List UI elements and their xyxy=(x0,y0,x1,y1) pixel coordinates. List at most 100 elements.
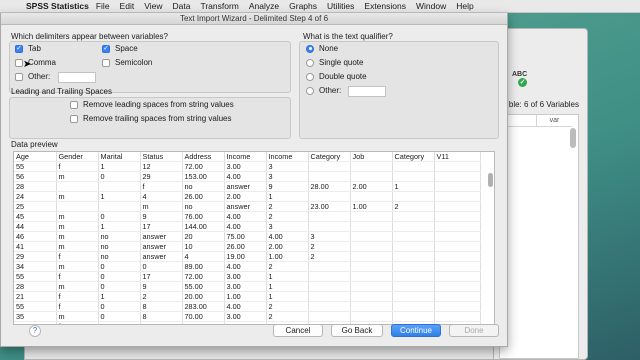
table-cell[interactable]: 28.00 xyxy=(308,181,351,193)
table-cell[interactable]: 1 xyxy=(392,181,435,193)
table-cell[interactable] xyxy=(308,211,351,223)
table-cell[interactable] xyxy=(392,291,435,303)
table-cell[interactable]: 41 xyxy=(14,241,57,253)
table-cell[interactable]: 76.00 xyxy=(182,211,225,223)
table-cell[interactable] xyxy=(392,241,435,253)
table-cell[interactable]: 9 xyxy=(266,181,309,193)
table-cell[interactable]: 4 xyxy=(182,251,225,263)
table-cell[interactable]: 20 xyxy=(182,231,225,243)
table-cell[interactable] xyxy=(350,291,393,303)
table-cell[interactable] xyxy=(434,251,481,263)
table-cell[interactable]: m xyxy=(56,281,99,293)
table-cell[interactable]: 55.00 xyxy=(182,281,225,293)
table-cell[interactable]: 0 xyxy=(98,271,141,283)
menu-extensions[interactable]: Extensions xyxy=(364,1,406,11)
table-cell[interactable]: 28 xyxy=(14,181,57,193)
table-cell[interactable] xyxy=(434,281,481,293)
table-cell[interactable]: 4.00 xyxy=(224,171,267,183)
table-cell[interactable]: 1.00 xyxy=(224,291,267,303)
table-cell[interactable] xyxy=(350,271,393,283)
other-delimiter-input[interactable] xyxy=(58,72,96,83)
table-cell[interactable]: 3 xyxy=(266,161,309,173)
table-cell[interactable] xyxy=(392,311,435,323)
table-cell[interactable]: 1 xyxy=(98,291,141,303)
table-cell[interactable] xyxy=(434,201,481,213)
table-cell[interactable]: 56 xyxy=(14,171,57,183)
remove-leading-option[interactable]: Remove leading spaces from string values xyxy=(70,100,234,109)
remove-leading-checkbox[interactable] xyxy=(70,100,78,109)
table-cell[interactable] xyxy=(392,211,435,223)
table-cell[interactable]: 4 xyxy=(140,321,183,324)
table-cell[interactable]: 3 xyxy=(266,171,309,183)
semicolon-option[interactable]: Semicolon xyxy=(102,58,152,67)
table-cell[interactable] xyxy=(350,221,393,233)
qualifier-double-radio[interactable] xyxy=(306,72,314,81)
qualifier-other-option[interactable]: Other: xyxy=(306,86,341,95)
other-delimiter-option[interactable]: Other: xyxy=(15,72,50,81)
table-cell[interactable]: 9 xyxy=(140,211,183,223)
table-cell[interactable]: answer xyxy=(140,231,183,243)
go-back-button[interactable]: Go Back xyxy=(331,324,383,337)
table-cell[interactable]: m xyxy=(56,241,99,253)
table-cell[interactable]: 2 xyxy=(266,261,309,273)
table-cell[interactable]: f xyxy=(56,291,99,303)
table-cell[interactable]: 55 xyxy=(14,161,57,173)
table-cell[interactable]: m xyxy=(56,231,99,243)
table-cell[interactable]: 1 xyxy=(98,191,141,203)
table-cell[interactable] xyxy=(434,211,481,223)
table-cell[interactable]: m xyxy=(140,201,183,213)
table-cell[interactable]: 3.00 xyxy=(224,271,267,283)
table-cell[interactable] xyxy=(98,181,141,193)
table-cell[interactable] xyxy=(434,171,481,183)
table-cell[interactable]: m xyxy=(56,311,99,323)
table-cell[interactable]: 0 xyxy=(98,321,141,324)
table-cell[interactable]: 9 xyxy=(140,281,183,293)
menu-help[interactable]: Help xyxy=(456,1,473,11)
table-cell[interactable]: f xyxy=(56,161,99,173)
table-cell[interactable] xyxy=(434,241,481,253)
table-cell[interactable]: 1 xyxy=(266,271,309,283)
table-cell[interactable]: 3.00 xyxy=(224,281,267,293)
table-cell[interactable] xyxy=(56,201,99,213)
column-header[interactable]: V11 xyxy=(434,152,481,163)
table-cell[interactable]: 17 xyxy=(140,221,183,233)
table-cell[interactable] xyxy=(308,161,351,173)
table-cell[interactable]: 3 xyxy=(266,221,309,233)
table-cell[interactable]: 2 xyxy=(392,201,435,213)
column-header[interactable]: Age xyxy=(14,152,57,163)
column-header[interactable]: Job xyxy=(350,152,393,163)
table-cell[interactable]: 1.00 xyxy=(350,201,393,213)
table-cell[interactable]: 21 xyxy=(14,291,57,303)
menu-edit[interactable]: Edit xyxy=(120,1,135,11)
table-cell[interactable]: 2.00 xyxy=(224,321,267,324)
table-cell[interactable]: 1 xyxy=(266,291,309,303)
menu-file[interactable]: File xyxy=(96,1,110,11)
table-cell[interactable]: 2.00 xyxy=(350,181,393,193)
table-cell[interactable] xyxy=(392,221,435,233)
table-cell[interactable] xyxy=(434,231,481,243)
table-cell[interactable] xyxy=(434,161,481,173)
table-cell[interactable] xyxy=(434,291,481,303)
table-cell[interactable]: 26.00 xyxy=(182,191,225,203)
tab-checkbox[interactable]: ✓ xyxy=(15,44,23,53)
table-cell[interactable]: no xyxy=(182,181,225,193)
table-cell[interactable]: 1 xyxy=(266,281,309,293)
table-cell[interactable]: 2.00 xyxy=(224,191,267,203)
table-cell[interactable]: 4.00 xyxy=(224,221,267,233)
table-cell[interactable]: f xyxy=(56,321,99,324)
table-cell[interactable]: 10 xyxy=(182,241,225,253)
column-header-var[interactable]: var xyxy=(536,115,572,127)
app-menu[interactable]: SPSS Statistics xyxy=(26,1,89,11)
table-cell[interactable]: 28 xyxy=(14,281,57,293)
table-cell[interactable]: 4 xyxy=(140,191,183,203)
table-cell[interactable]: 2 xyxy=(266,211,309,223)
table-cell[interactable]: 8 xyxy=(140,311,183,323)
table-cell[interactable]: f xyxy=(56,271,99,283)
table-cell[interactable]: m xyxy=(56,171,99,183)
table-cell[interactable]: m xyxy=(56,211,99,223)
preview-scrollbar[interactable] xyxy=(487,163,493,323)
qualifier-single-radio[interactable] xyxy=(306,58,314,67)
table-cell[interactable] xyxy=(392,161,435,173)
table-cell[interactable] xyxy=(350,231,393,243)
table-cell[interactable] xyxy=(392,271,435,283)
